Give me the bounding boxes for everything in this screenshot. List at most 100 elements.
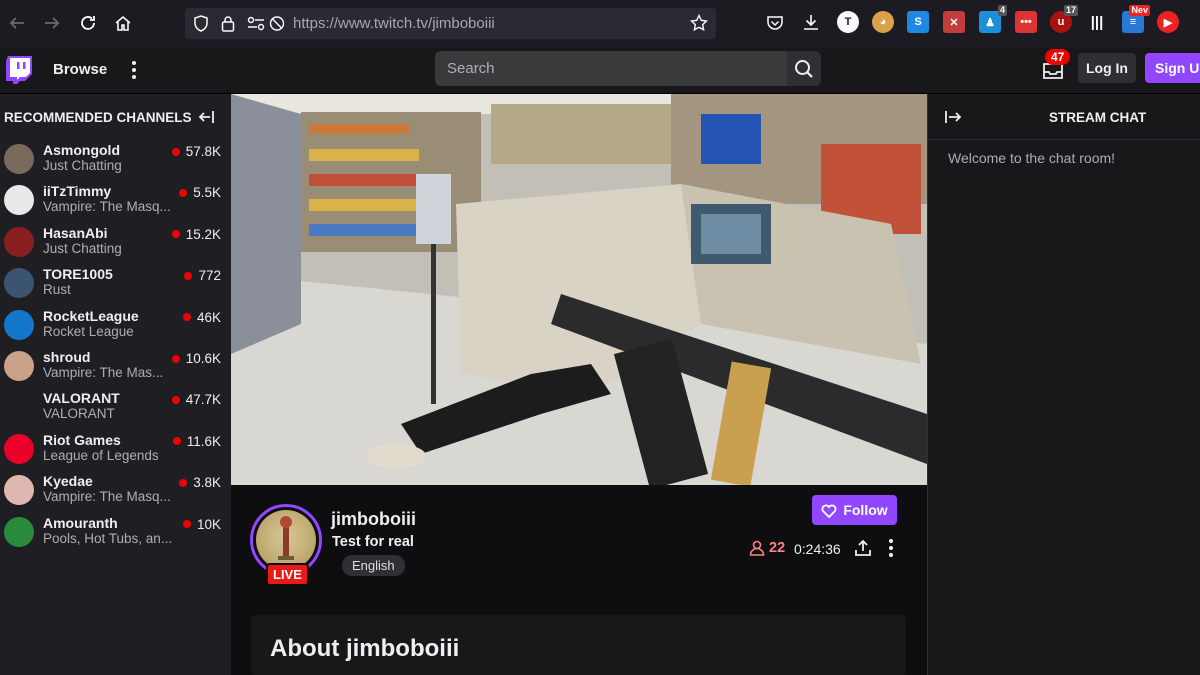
channel-category: VALORANT [43,406,115,422]
extension-blue-icon[interactable]: ♟ 4 [979,5,1007,33]
sidebar-channel[interactable]: iiTzTimmy Vampire: The Masq... 5.5K [0,180,231,221]
browse-link[interactable]: Browse [53,61,107,78]
sidebar-channel[interactable]: HasanAbi Just Chatting 15.2K [0,222,231,263]
live-dot-icon [182,520,191,529]
live-viewers: 46K [182,310,221,325]
channel-category: Vampire: The Masq... [43,489,171,505]
extension-dots-icon[interactable]: ••• [1015,11,1037,33]
channel-name: shroud [43,349,91,365]
channel-info: LIVE jimboboiii Test for real English Fo… [231,485,927,675]
forward-button[interactable] [35,6,69,40]
channel-name: RocketLeague [43,307,139,324]
viewer-count-value: 772 [198,268,221,284]
viewer-count-value: 22 [769,540,786,556]
follow-button[interactable]: Follow [812,495,897,525]
home-button[interactable] [106,6,140,40]
chat-title: STREAM CHAT [1049,110,1147,125]
channel-name[interactable]: jimboboiii [331,509,416,530]
live-dot-icon [179,478,188,487]
login-button[interactable]: Log In [1078,53,1136,83]
search-button[interactable] [787,51,821,86]
channel-avatar-image [256,510,316,570]
lock-icon[interactable] [221,15,235,32]
twitch-logo-icon[interactable] [6,56,32,84]
live-viewers: 10.6K [171,351,221,366]
download-icon[interactable] [802,13,820,31]
channel-name: Kyedae [43,473,93,490]
channel-name: Riot Games [43,431,121,448]
reload-button[interactable] [71,6,105,40]
channel-category: League of Legends [43,447,159,463]
live-dot-icon [179,188,188,197]
channel-avatar [4,144,34,174]
url-text[interactable]: https://www.twitch.tv/jimboboiii [293,15,495,32]
channel-name: VALORANT [43,390,120,407]
live-dot-icon [171,230,180,239]
channel-avatar [4,516,34,547]
ublock-icon[interactable]: u 17 [1050,5,1078,33]
viewer-count-value: 11.6K [186,433,221,449]
viewer-count-value: 47.7K [185,392,221,408]
channel-category: Just Chatting [43,158,122,173]
video-player[interactable] [231,94,927,485]
more-actions-button[interactable] [884,538,898,558]
live-dot-icon [182,313,191,322]
viewers-icon [749,540,765,556]
channel-avatar [4,226,34,257]
inbox-count-badge: 47 [1045,49,1071,65]
channel-category: Just Chatting [43,240,122,256]
sidebar-channel[interactable]: VALORANT VALORANT 47.7K [0,387,231,428]
sidebar-channel[interactable]: TORE1005 Rust 772 [0,263,231,304]
heart-icon [821,504,837,518]
twitch-top-nav: Browse 47 Log In Sign Up [0,47,1200,94]
viewer-count-value: 10K [196,516,221,532]
sidebar-channel[interactable]: Kyedae Vampire: The Masq... 3.8K [0,470,231,511]
search-input[interactable] [435,51,787,86]
sidebar-channel[interactable]: shroud Vampire: The Mas... 10.6K [0,346,231,387]
arrow-left-icon [9,17,24,29]
channel-avatar [4,433,34,464]
recommended-sidebar: RECOMMENDED CHANNELS Asmongold Just Chatt… [0,94,231,675]
youtube-extension-icon[interactable]: ▶ [1157,11,1179,33]
extension-s-icon[interactable]: S [907,11,929,33]
extension-t-icon[interactable]: T [837,11,859,33]
channel-category: Vampire: The Mas... [43,365,164,380]
sidebar-channel[interactable]: Riot Games League of Legends 11.6K [0,429,231,470]
about-title: About jimboboiii [270,635,460,662]
stream-title: Test for real [332,534,414,550]
extension-news-icon[interactable]: ≡ Nev [1122,5,1150,33]
extension-monkey-icon[interactable]: ◕ [872,11,894,33]
permissions-icon[interactable] [247,16,265,31]
channel-category: Vampire: The Masq... [43,199,171,215]
live-dot-icon [171,395,180,404]
arrow-right-icon [45,17,60,29]
extension-fence-icon[interactable]: ||| [1086,11,1108,33]
channel-avatar [4,309,34,340]
sidebar-channel[interactable]: RocketLeague Rocket League 46K [0,305,231,346]
live-viewers: 57.8K [171,144,221,159]
sidebar-channel[interactable]: Asmongold Just Chatting 57.8K [0,139,231,180]
channel-name: iiTzTimmy [43,183,112,200]
collapse-sidebar-icon[interactable] [197,107,217,127]
sidebar-channel[interactable]: Amouranth Pools, Hot Tubs, an... 10K [0,512,231,553]
autoplay-blocked-icon[interactable] [269,15,285,32]
about-panel: About jimboboiii [251,615,906,675]
language-tag[interactable]: English [342,555,405,576]
bookmark-star-icon[interactable] [690,14,708,32]
shield-icon[interactable] [193,15,209,32]
pocket-icon[interactable] [766,14,784,32]
extension-x-icon[interactable]: ✕ [943,11,965,33]
video-frame [231,94,927,485]
chat-header: STREAM CHAT [928,94,1200,140]
more-options-button[interactable] [126,58,142,82]
live-viewers: 3.8K [179,475,221,490]
signup-button[interactable]: Sign Up [1145,53,1200,83]
share-icon[interactable] [853,538,873,558]
back-button[interactable] [0,6,34,40]
live-viewers: 5.5K [179,185,221,200]
channel-avatar [4,475,34,506]
live-dot-icon [172,437,181,446]
sidebar-header: RECOMMENDED CHANNELS [4,110,192,125]
expand-chat-icon[interactable] [943,107,963,127]
url-bar[interactable]: https://www.twitch.tv/jimboboiii [185,8,716,39]
